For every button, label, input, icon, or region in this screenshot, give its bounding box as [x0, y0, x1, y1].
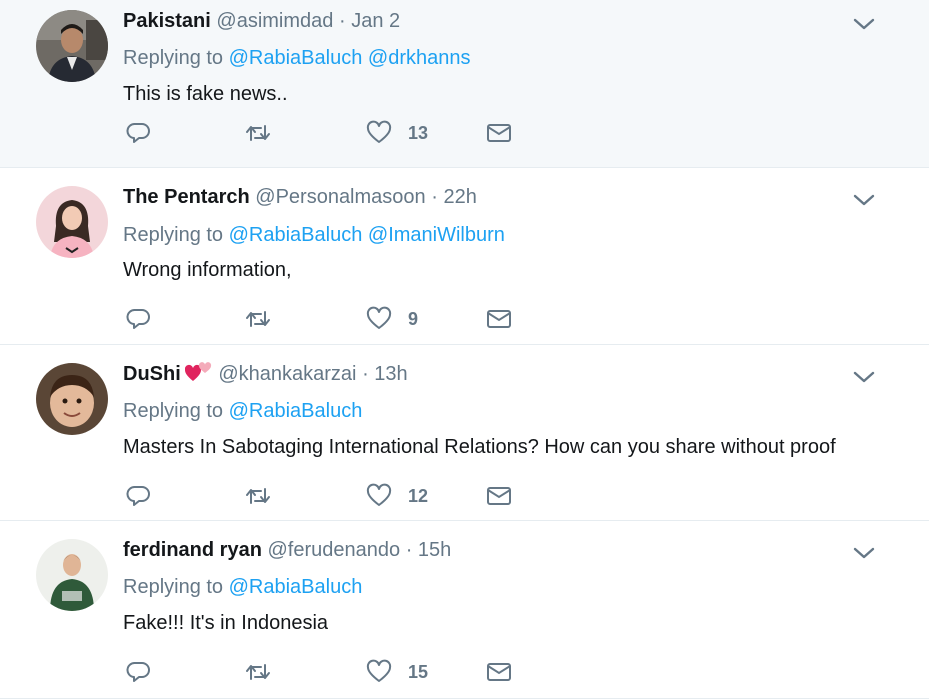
mention-link[interactable]: @RabiaBaluch [229, 400, 363, 422]
reply-icon [126, 123, 150, 143]
replying-to: Replying to @RabiaBaluch [123, 574, 362, 600]
heart-icon [366, 306, 392, 329]
avatar[interactable] [36, 363, 108, 435]
retweet-icon [246, 664, 270, 680]
tweet-actions: 15 [0, 657, 929, 687]
tweet-header: The Pentarch @Personalmasoon · 22h [123, 184, 477, 210]
retweet-icon [246, 488, 270, 504]
like-count: 13 [408, 122, 429, 143]
separator-dot: · [431, 186, 438, 208]
user-handle[interactable]: @ferudenando [267, 539, 400, 561]
reply-icon [126, 486, 150, 506]
chevron-down-icon[interactable] [852, 543, 876, 563]
reply-button[interactable] [126, 657, 152, 687]
reply-button[interactable] [126, 304, 152, 334]
heart-icon [366, 659, 392, 682]
like-count: 9 [408, 308, 419, 329]
like-button[interactable]: 15 [366, 657, 428, 687]
tweet[interactable]: Pakistani @asimimdad · Jan 2 Replying to… [0, 0, 929, 168]
separator-dot: · [338, 10, 346, 32]
envelope-icon [487, 124, 511, 142]
avatar[interactable] [36, 539, 108, 611]
chevron-down-icon[interactable] [852, 190, 876, 210]
retweet-button[interactable] [245, 657, 271, 687]
tweet-header: DuShi @khankakarzai · 13h [123, 361, 408, 387]
replying-to-label: Replying to [123, 224, 224, 246]
timestamp[interactable]: 13h [374, 363, 407, 385]
tweet[interactable]: ferdinand ryan @ferudenando · 15h Replyi… [0, 521, 929, 699]
replying-to: Replying to @RabiaBaluch @ImaniWilburn [123, 222, 505, 248]
retweet-button[interactable] [245, 481, 271, 511]
tweet-actions: 13 [0, 118, 929, 148]
reply-icon [126, 662, 150, 682]
tweet-actions: 9 [0, 304, 929, 334]
mention-link[interactable]: @RabiaBaluch [229, 47, 363, 69]
timestamp[interactable]: Jan 2 [351, 10, 400, 32]
mention-link[interactable]: @RabiaBaluch [229, 224, 363, 246]
replying-to: Replying to @RabiaBaluch @drkhanns [123, 45, 470, 71]
two-hearts-emoji [184, 362, 211, 381]
like-button[interactable]: 13 [366, 118, 428, 148]
replying-to-label: Replying to [123, 47, 224, 69]
retweet-icon [246, 125, 270, 141]
separator-dot: · [405, 539, 413, 561]
direct-message-button[interactable] [486, 118, 512, 148]
chevron-down-icon[interactable] [852, 14, 876, 34]
like-button[interactable]: 12 [366, 481, 428, 511]
tweet-actions: 12 [0, 481, 929, 511]
tweet-text: This is fake news.. [123, 83, 288, 105]
direct-message-button[interactable] [486, 657, 512, 687]
replying-to-label: Replying to [123, 400, 224, 422]
like-count: 15 [408, 661, 429, 682]
envelope-icon [487, 310, 511, 328]
user-handle[interactable]: @asimimdad [216, 10, 333, 32]
like-button[interactable]: 9 [366, 304, 418, 334]
avatar[interactable] [36, 186, 108, 258]
tweet-text: Masters In Sabotaging International Rela… [123, 436, 836, 458]
envelope-icon [487, 663, 511, 681]
direct-message-button[interactable] [486, 481, 512, 511]
display-name[interactable]: The Pentarch [123, 186, 250, 208]
display-name[interactable]: DuShi [123, 363, 181, 385]
tweet-text: Wrong information, [123, 259, 292, 281]
tweet-header: Pakistani @asimimdad · Jan 2 [123, 8, 400, 34]
tweet-text: Fake!!! It's in Indonesia [123, 612, 329, 634]
retweet-button[interactable] [245, 304, 271, 334]
replying-to: Replying to @RabiaBaluch [123, 398, 362, 424]
retweet-button[interactable] [245, 118, 271, 148]
reply-button[interactable] [126, 118, 152, 148]
reply-button[interactable] [126, 481, 152, 511]
timestamp[interactable]: 15h [418, 539, 451, 561]
mention-link[interactable]: @RabiaBaluch [229, 576, 363, 598]
timestamp[interactable]: 22h [443, 186, 476, 208]
chevron-down-icon[interactable] [852, 367, 876, 387]
display-name[interactable]: ferdinand ryan [123, 539, 262, 561]
envelope-icon [487, 487, 511, 505]
mention-link[interactable]: @ImaniWilburn [368, 224, 505, 246]
user-handle[interactable]: @Personalmasoon [255, 186, 425, 208]
heart-icon [366, 120, 392, 143]
avatar[interactable] [36, 10, 108, 82]
tweet-header: ferdinand ryan @ferudenando · 15h [123, 537, 451, 563]
retweet-icon [246, 311, 270, 327]
mention-link[interactable]: @drkhanns [368, 47, 471, 69]
separator-dot: · [362, 363, 369, 385]
display-name[interactable]: Pakistani [123, 10, 211, 32]
user-handle[interactable]: @khankakarzai [218, 363, 356, 385]
direct-message-button[interactable] [486, 304, 512, 334]
tweet[interactable]: DuShi @khankakarzai · 13h Replying to @R… [0, 345, 929, 521]
tweet[interactable]: The Pentarch @Personalmasoon · 22h Reply… [0, 168, 929, 345]
like-count: 12 [408, 485, 429, 506]
heart-icon [366, 483, 392, 506]
replying-to-label: Replying to [123, 576, 224, 598]
reply-icon [126, 309, 150, 329]
